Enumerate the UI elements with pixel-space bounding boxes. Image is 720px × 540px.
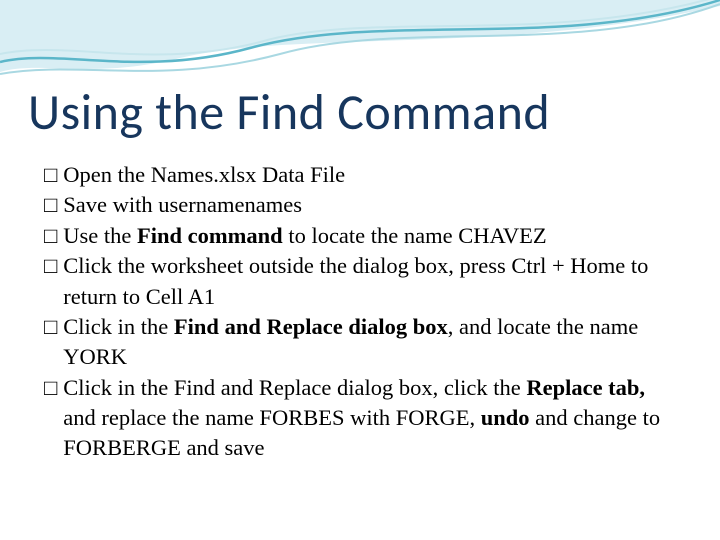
list-item: □ Click the worksheet outside the dialog… (44, 251, 676, 312)
list-item-text: Click in the Find and Replace dialog box… (63, 312, 676, 373)
list-item: □ Open the Names.xlsx Data File (44, 160, 676, 190)
list-item-text: Use the Find command to locate the name … (63, 221, 676, 251)
list-item-text: Click the worksheet outside the dialog b… (63, 251, 676, 312)
bullet-box-icon: □ (44, 221, 57, 251)
slide-title: Using the Find Command (28, 82, 550, 143)
bullet-box-icon: □ (44, 373, 57, 403)
list-item-text: Save with usernamenames (63, 190, 676, 220)
list-item-text: Click in the Find and Replace dialog box… (63, 373, 676, 464)
list-item-text: Open the Names.xlsx Data File (63, 160, 676, 190)
bullet-box-icon: □ (44, 190, 57, 220)
list-item: □ Use the Find command to locate the nam… (44, 221, 676, 251)
bullet-list: □ Open the Names.xlsx Data File □ Save w… (44, 160, 676, 464)
bullet-box-icon: □ (44, 160, 57, 190)
bullet-box-icon: □ (44, 251, 57, 281)
list-item: □ Click in the Find and Replace dialog b… (44, 373, 676, 464)
list-item: □ Save with usernamenames (44, 190, 676, 220)
list-item: □ Click in the Find and Replace dialog b… (44, 312, 676, 373)
bullet-box-icon: □ (44, 312, 57, 342)
